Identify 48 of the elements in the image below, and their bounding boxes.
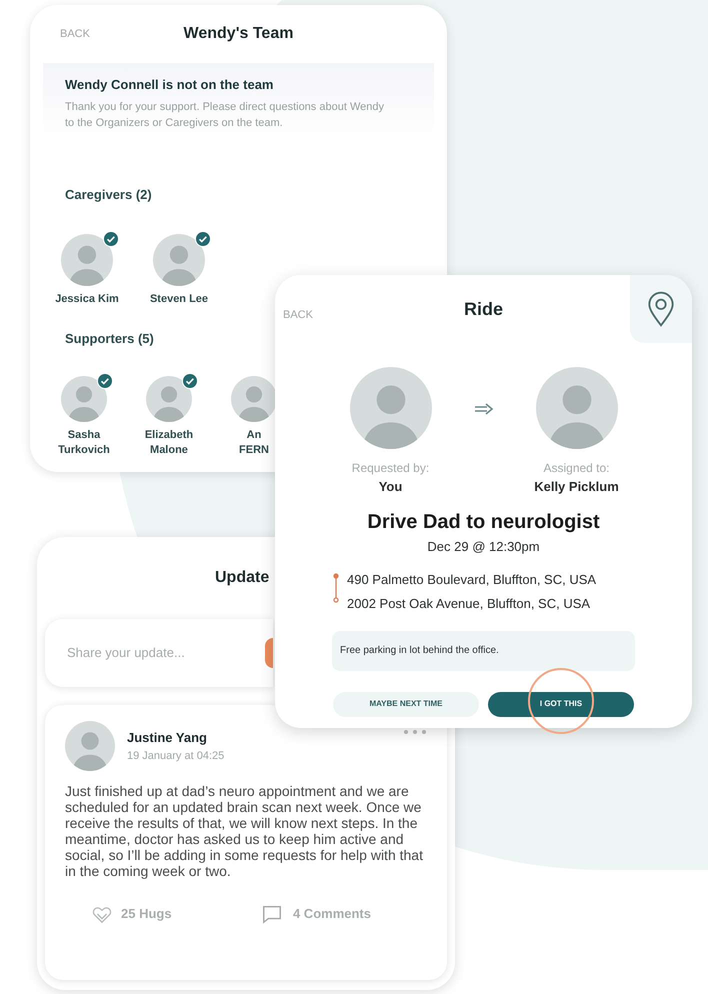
- screen-title: Ride: [464, 298, 503, 320]
- route-icon: [333, 573, 339, 603]
- info-text: Free parking in lot behind the office.: [340, 645, 499, 656]
- post-time: 19 January at 04:25: [127, 748, 226, 764]
- ride-title: Drive Dad to neurologist: [366, 510, 601, 534]
- notice-text: Thank you for your support. Please direct questions about Wendy to the Organizers or Caregivers on the team.: [65, 100, 385, 130]
- person-label: Assigned to:: [543, 460, 610, 477]
- action-button[interactable]: I GOT THIS: [488, 692, 634, 716]
- ride-date: Dec 29 @ 12:30pm: [426, 538, 541, 556]
- map-button[interactable]: [630, 275, 692, 343]
- map-pin-icon: [647, 291, 675, 327]
- update-input[interactable]: Share your update...: [67, 643, 227, 663]
- member-name: FERN: [239, 442, 269, 458]
- notice-heading: Wendy Connell is not on the team: [65, 76, 274, 94]
- update-composer[interactable]: Share your update...: [45, 619, 273, 687]
- post-button[interactable]: [265, 638, 273, 668]
- person-name: You: [378, 478, 402, 496]
- section-heading: Caregivers (2): [65, 186, 153, 204]
- member-name: Jessica Kim: [55, 292, 119, 307]
- member-name: Steven Lee: [150, 292, 208, 307]
- action-button[interactable]: MAYBE NEXT TIME: [333, 692, 479, 716]
- section-heading: Supporters (5): [65, 330, 155, 348]
- member-name: An: [246, 428, 262, 442]
- arrow-icon: [474, 403, 494, 415]
- back-link[interactable]: BACK: [283, 307, 313, 324]
- post-text: Just finished up at dad’s neuro appointment and we are scheduled for an updated brain scan next week. Once we receive the results of that, we will know next steps. In the meantime, doctor has asked us to keep him active and social, so I’ll be adding in some requests for help with that in the coming week or two.: [65, 783, 424, 879]
- author-name: Justine Yang: [127, 729, 208, 747]
- member-name: Elizabeth: [144, 428, 194, 442]
- hugs-button[interactable]: 25 Hugs: [91, 903, 172, 925]
- member-name: Sasha: [68, 428, 100, 442]
- avatar: [61, 234, 113, 286]
- route-stop: 490 Palmetto Boulevard, Bluffton, SC, USA: [347, 571, 596, 589]
- person-label: Requested by:: [352, 460, 430, 477]
- avatar: [231, 376, 277, 422]
- screen-title: Update: [215, 568, 270, 588]
- route-stop: 2002 Post Oak Avenue, Bluffton, SC, USA: [347, 594, 592, 612]
- avatar: [153, 234, 205, 286]
- member-name: Turkovich: [58, 442, 110, 458]
- avatar: [146, 376, 192, 422]
- more-icon[interactable]: [403, 729, 427, 735]
- avatar: [65, 721, 115, 771]
- comment-icon: [260, 903, 283, 925]
- screen-title: Wendy's Team: [184, 24, 294, 44]
- comments-button[interactable]: 4 Comments: [260, 903, 371, 925]
- avatar: [61, 376, 107, 422]
- member-name: Malone: [150, 442, 188, 458]
- person-name: Kelly Picklum: [534, 478, 619, 496]
- back-link[interactable]: BACK: [60, 26, 90, 42]
